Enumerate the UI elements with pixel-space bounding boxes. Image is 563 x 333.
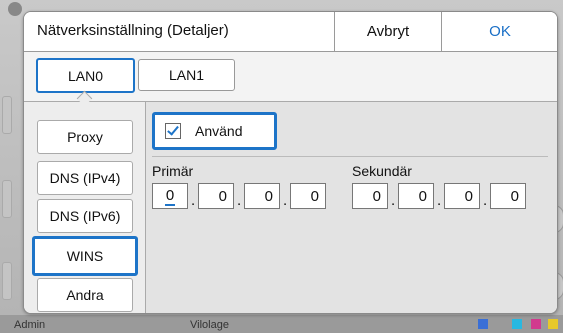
octet-separator: . (191, 192, 196, 209)
ink-level-icon (548, 319, 558, 329)
mode-label: Vilolage (190, 319, 229, 331)
octet-separator: . (483, 192, 488, 209)
octet-separator: . (391, 192, 396, 209)
ok-button[interactable]: OK (441, 12, 557, 51)
use-label: Använd (195, 123, 243, 139)
sidebar-item-proxy[interactable]: Proxy (37, 120, 133, 154)
secondary-octet-1[interactable]: 0 (352, 183, 388, 209)
octet-separator: . (437, 192, 442, 209)
secondary-octet-3[interactable]: 0 (444, 183, 480, 209)
primary-label: Primär (152, 163, 194, 179)
primary-octet-2[interactable]: 0 (198, 183, 234, 209)
tab-lan1[interactable]: LAN1 (138, 59, 235, 91)
ink-level-icon (478, 319, 488, 329)
primary-octet-3[interactable]: 0 (244, 183, 280, 209)
octet-separator: . (237, 192, 242, 209)
ink-level-icon (531, 319, 541, 329)
user-label: Admin (14, 319, 46, 331)
settings-gear-icon (8, 2, 22, 16)
checkbox-checked-icon[interactable] (165, 123, 181, 139)
lan-tab-bar: LAN0 LAN1 (24, 52, 557, 102)
wins-settings-panel: Använd Primär 0 . 0 . 0 . 0 Sekundär 0 .… (145, 102, 557, 313)
secondary-octet-4[interactable]: 0 (490, 183, 526, 209)
background-left-tab (2, 96, 12, 134)
secondary-octet-2[interactable]: 0 (398, 183, 434, 209)
background-left-tab (2, 180, 12, 218)
tab-lan0[interactable]: LAN0 (36, 58, 135, 93)
ink-level-icon (512, 319, 522, 329)
cancel-button[interactable]: Avbryt (334, 12, 441, 51)
sidebar-item-dns-ipv6[interactable]: DNS (IPv6) (37, 199, 133, 233)
sidebar-item-dns-ipv4[interactable]: DNS (IPv4) (37, 161, 133, 195)
network-settings-dialog: Nätverksinställning (Detaljer) Avbryt OK… (23, 11, 558, 314)
use-checkbox-button[interactable]: Använd (152, 112, 277, 150)
sidebar: Proxy DNS (IPv4) DNS (IPv6) WINS Andra (24, 102, 145, 313)
dialog-title: Nätverksinställning (Detaljer) (37, 22, 229, 39)
sidebar-item-wins[interactable]: WINS (32, 236, 138, 276)
octet-separator: . (283, 192, 288, 209)
dialog-header: Nätverksinställning (Detaljer) Avbryt OK (24, 12, 557, 52)
primary-octet-1[interactable]: 0 (152, 183, 188, 209)
secondary-label: Sekundär (352, 163, 412, 179)
sidebar-item-andra[interactable]: Andra (37, 278, 133, 312)
background-left-tab (2, 262, 12, 300)
primary-octet-4[interactable]: 0 (290, 183, 326, 209)
divider (152, 156, 548, 157)
